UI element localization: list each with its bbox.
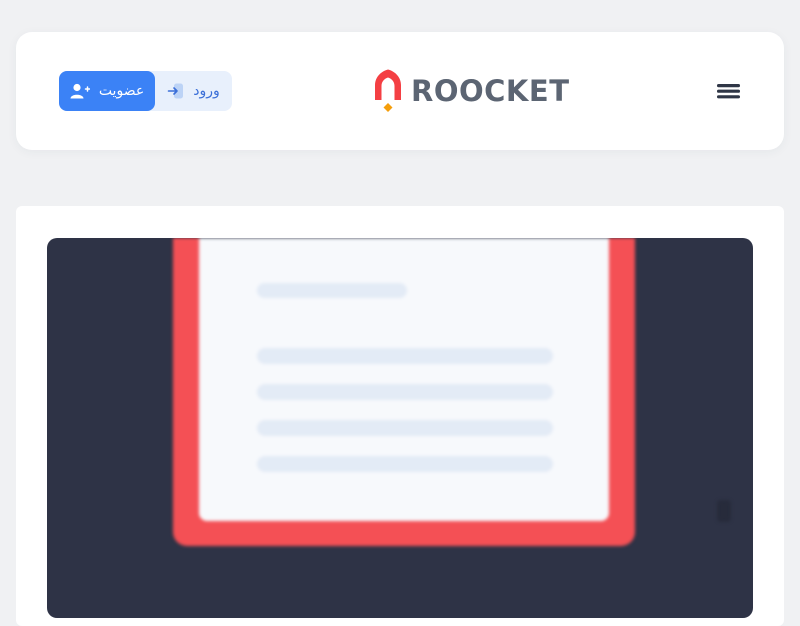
auth-buttons: عضویت ورود — [59, 71, 232, 111]
login-arrow-icon — [167, 82, 185, 100]
signup-button[interactable]: عضویت — [59, 71, 155, 111]
brand-name: ROOCKET — [411, 74, 570, 108]
menu-button[interactable] — [715, 79, 743, 103]
site-logo[interactable]: ROOCKET — [373, 68, 569, 114]
content-card — [16, 206, 784, 626]
hero-illustration — [173, 238, 731, 546]
hamburger-menu-icon — [715, 79, 743, 103]
signup-label: عضویت — [98, 83, 145, 99]
login-label: ورود — [193, 83, 220, 99]
rocket-logo-icon — [373, 68, 403, 114]
login-button[interactable]: ورود — [155, 71, 232, 111]
site-header: عضویت ورود ROOCKET — [16, 32, 784, 150]
hero-image — [47, 238, 753, 618]
user-plus-icon — [70, 83, 90, 99]
